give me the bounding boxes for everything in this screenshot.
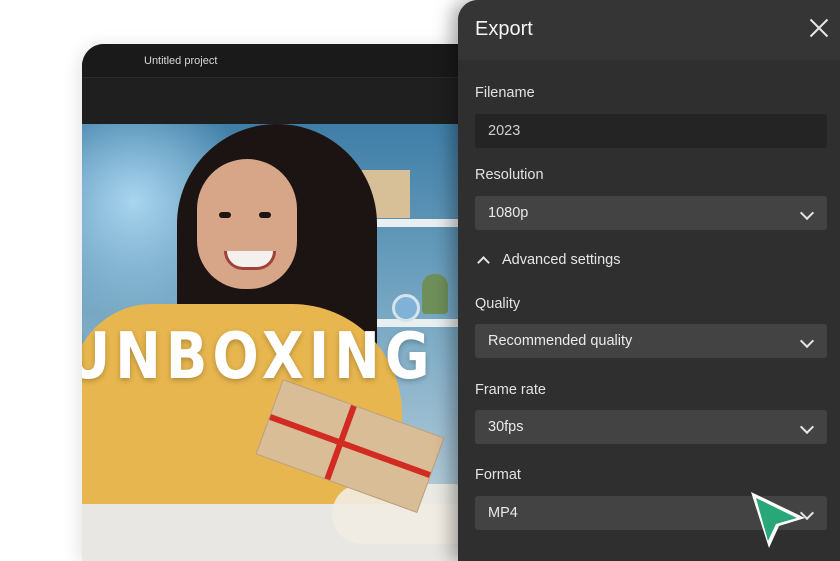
format-value: MP4 [488, 505, 518, 521]
close-icon[interactable] [807, 16, 831, 40]
lamp [392, 294, 420, 322]
resolution-value: 1080p [488, 205, 529, 221]
export-panel: Export Filename 2023 Resolution 1080p Ad… [458, 0, 840, 561]
person-eye [259, 212, 271, 218]
plant [422, 274, 448, 314]
quality-label: Quality [475, 296, 521, 312]
filename-input[interactable]: 2023 [475, 114, 827, 148]
panel-title: Export [475, 18, 533, 40]
editor-toolbar [82, 78, 522, 124]
video-canvas[interactable]: UNBOXING [82, 124, 522, 561]
editor-titlebar: Untitled project [82, 44, 522, 78]
chevron-down-icon [799, 419, 815, 435]
panel-header: Export [458, 0, 840, 60]
editor-window: Untitled project UNBOXING [82, 44, 522, 561]
advanced-settings-label: Advanced settings [502, 252, 621, 268]
chevron-down-icon [799, 205, 815, 221]
person-eye [219, 212, 231, 218]
resolution-label: Resolution [475, 167, 544, 183]
pointer-cursor-icon [751, 492, 805, 548]
advanced-settings-toggle[interactable]: Advanced settings [475, 252, 621, 269]
frame-rate-label: Frame rate [475, 382, 546, 398]
canvas-title-text[interactable]: UNBOXING [82, 320, 435, 394]
frame-rate-select[interactable]: 30fps [475, 410, 827, 444]
format-label: Format [475, 467, 521, 483]
project-title[interactable]: Untitled project [144, 55, 217, 67]
quality-select[interactable]: Recommended quality [475, 324, 827, 358]
quality-value: Recommended quality [488, 333, 633, 349]
chevron-up-icon [477, 256, 490, 269]
chevron-down-icon [799, 333, 815, 349]
frame-rate-value: 30fps [488, 419, 524, 435]
resolution-select[interactable]: 1080p [475, 196, 827, 230]
filename-label: Filename [475, 85, 535, 101]
filename-value: 2023 [488, 123, 521, 139]
